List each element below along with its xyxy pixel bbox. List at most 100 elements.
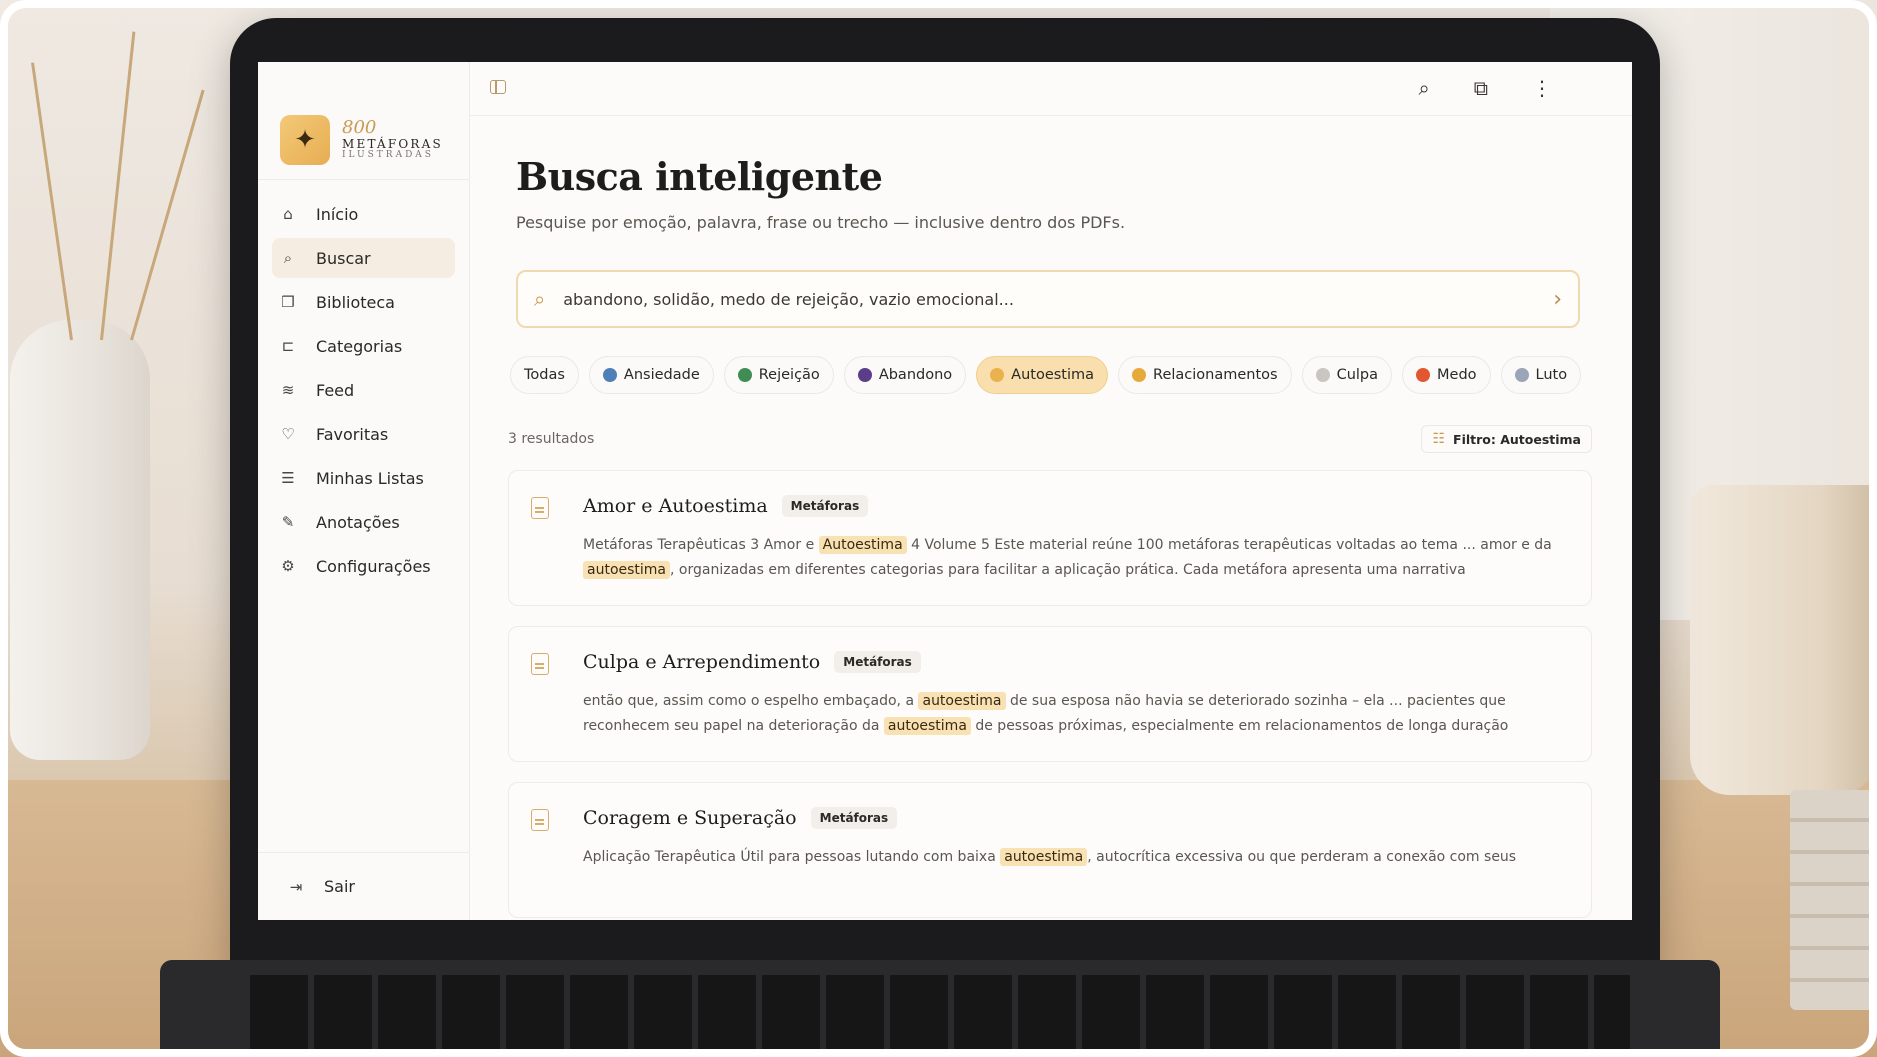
result-title[interactable]: Culpa e Arrependimento bbox=[583, 651, 820, 673]
background-plant bbox=[100, 31, 136, 341]
result-card[interactable]: Coragem e Superação Metáforas Aplicação Te… bbox=[508, 782, 1592, 918]
result-title[interactable]: Coragem e Superação bbox=[583, 807, 797, 829]
results-bar: 3 resultados ☷ Filtro: Autoestima bbox=[508, 425, 1592, 453]
background-vase bbox=[10, 320, 150, 760]
search-icon[interactable]: ⌕ bbox=[1419, 76, 1430, 100]
filter-badge[interactable]: ☷ Filtro: Autoestima bbox=[1421, 425, 1592, 453]
emoji-icon bbox=[857, 368, 872, 382]
sidebar-item-minhas-listas[interactable]: ☰ Minhas Listas bbox=[272, 458, 455, 498]
emoji-icon bbox=[602, 368, 617, 382]
emoji-icon bbox=[990, 368, 1005, 382]
sidebar-item-anotações[interactable]: ✎ Anotações bbox=[272, 502, 455, 542]
emoji-icon bbox=[1416, 368, 1431, 382]
search-input[interactable] bbox=[563, 289, 1554, 309]
search-icon: ⌕ bbox=[534, 287, 546, 311]
page-title: Busca inteligente bbox=[516, 154, 883, 199]
sidebar-toggle-icon[interactable] bbox=[490, 80, 506, 94]
emoji-icon bbox=[1514, 368, 1529, 382]
document-icon bbox=[531, 809, 549, 831]
filter-label: Filtro: Autoestima bbox=[1453, 431, 1581, 447]
chip-todas[interactable]: Todas bbox=[510, 356, 579, 394]
excerpt-text: então que, assim como o espelho embaçado… bbox=[583, 693, 919, 709]
topbar: ⌕ ⧉ ⋮ bbox=[470, 62, 1632, 116]
logout-button[interactable]: ⇥ Sair bbox=[258, 852, 469, 920]
sidebar-item-início[interactable]: ⌂ Início bbox=[272, 194, 455, 234]
excerpt-text: 4 Volume 5 Este material reúne 100 metáf… bbox=[906, 537, 1552, 553]
extension-icon[interactable]: ⧉ bbox=[1474, 76, 1488, 100]
sidebar-item-buscar[interactable]: ⌕ Buscar bbox=[272, 238, 455, 278]
sidebar-item-label: Categorias bbox=[316, 336, 403, 356]
excerpt-text: , autocrítica excessiva ou que perderam … bbox=[1087, 849, 1517, 865]
chip-label: Rejeição bbox=[758, 367, 820, 383]
categories-icon: ⊏ bbox=[281, 337, 295, 355]
chip-label: Medo bbox=[1437, 367, 1477, 383]
filter-icon: ☷ bbox=[1432, 431, 1446, 447]
result-card[interactable]: Amor e Autoestima Metáforas Metáforas Tera… bbox=[508, 470, 1592, 606]
result-title[interactable]: Amor e Autoestima bbox=[583, 495, 768, 517]
sidebar-item-feed[interactable]: ≋ Feed bbox=[272, 370, 455, 410]
highlighted-term: autoestima bbox=[883, 717, 971, 735]
highlighted-term: autoestima bbox=[918, 692, 1006, 710]
chip-autoestima[interactable]: Autoestima bbox=[976, 356, 1109, 394]
sidebar-item-label: Minhas Listas bbox=[316, 468, 424, 488]
category-chips: Todas Ansiedade Rejeição Abandono Autoestima… bbox=[510, 356, 1592, 394]
brand[interactable]: ✦ 800 METÁFORAS ILUSTRADAS bbox=[258, 62, 469, 180]
excerpt-text: , organizadas em diferentes categorias p… bbox=[670, 562, 1466, 578]
sidebar: ✦ 800 METÁFORAS ILUSTRADAS ⌂ Início ⌕ Busca… bbox=[258, 62, 470, 920]
sidebar-item-favoritas[interactable]: ♡ Favoritas bbox=[272, 414, 455, 454]
result-tag: Metáforas bbox=[781, 495, 869, 517]
sidebar-item-label: Feed bbox=[316, 380, 355, 400]
sidebar-item-label: Biblioteca bbox=[316, 292, 395, 312]
sidebar-item-label: Anotações bbox=[316, 512, 400, 532]
background-plant bbox=[31, 62, 73, 341]
result-excerpt: então que, assim como o espelho embaçado… bbox=[583, 689, 1573, 739]
sidebar-item-label: Favoritas bbox=[316, 424, 389, 444]
gear-icon: ⚙ bbox=[281, 557, 295, 575]
app-screen: ✦ 800 METÁFORAS ILUSTRADAS ⌂ Início ⌕ Busca… bbox=[258, 62, 1632, 920]
more-vertical-icon[interactable]: ⋮ bbox=[1532, 76, 1552, 100]
sidebar-item-biblioteca[interactable]: ❒ Biblioteca bbox=[272, 282, 455, 322]
excerpt-text: de pessoas próximas, especialmente em re… bbox=[970, 718, 1509, 734]
emoji-icon bbox=[1315, 368, 1330, 382]
result-card[interactable]: Culpa e Arrependimento Metáforas então que… bbox=[508, 626, 1592, 762]
chip-ansiedade[interactable]: Ansiedade bbox=[588, 356, 714, 394]
list-icon: ☰ bbox=[281, 469, 295, 487]
chip-rejeição[interactable]: Rejeição bbox=[723, 356, 834, 394]
result-tag: Metáforas bbox=[810, 807, 898, 829]
results-count: 3 resultados bbox=[508, 431, 595, 447]
emoji-icon bbox=[1132, 368, 1147, 382]
highlighted-term: autoestima bbox=[583, 561, 671, 579]
home-icon: ⌂ bbox=[283, 205, 293, 223]
search-bar: ⌕ › bbox=[516, 270, 1580, 328]
highlighted-term: Autoestima bbox=[818, 536, 907, 554]
main-panel: ⌕ ⧉ ⋮ Busca inteligente Pesquise por emo… bbox=[470, 62, 1632, 920]
page-subtitle: Pesquise por emoção, palavra, frase ou t… bbox=[516, 213, 1126, 232]
sidebar-nav: ⌂ Início ⌕ Buscar ❒ Biblioteca ⊏ Categorias ≋ Fee… bbox=[258, 180, 469, 586]
logout-icon: ⇥ bbox=[289, 877, 303, 896]
result-tag: Metáforas bbox=[834, 651, 921, 673]
search-icon: ⌕ bbox=[283, 249, 293, 267]
sidebar-item-configurações[interactable]: ⚙ Configurações bbox=[272, 546, 455, 586]
chip-label: Relacionamentos bbox=[1153, 367, 1278, 383]
background-mug bbox=[1690, 485, 1877, 795]
chip-abandono[interactable]: Abandono bbox=[843, 356, 967, 394]
chip-medo[interactable]: Medo bbox=[1402, 356, 1491, 394]
chip-luto[interactable]: Luto bbox=[1500, 356, 1582, 394]
chip-culpa[interactable]: Culpa bbox=[1301, 356, 1393, 394]
chip-label: Culpa bbox=[1336, 367, 1379, 383]
chip-label: Luto bbox=[1535, 367, 1568, 383]
chip-relacionamentos[interactable]: Relacionamentos bbox=[1118, 356, 1292, 394]
results-list: Amor e Autoestima Metáforas Metáforas Tera… bbox=[508, 470, 1592, 918]
chevron-right-icon[interactable]: › bbox=[1553, 287, 1562, 312]
background-books bbox=[1790, 790, 1877, 1010]
chip-label: Todas bbox=[524, 367, 565, 383]
sidebar-item-categorias[interactable]: ⊏ Categorias bbox=[272, 326, 455, 366]
result-excerpt: Metáforas Terapêuticas 3 Amor e Autoesti… bbox=[583, 533, 1573, 583]
book-icon: ❒ bbox=[281, 293, 295, 311]
excerpt-text: Metáforas Terapêuticas 3 Amor e bbox=[583, 537, 819, 553]
sidebar-item-label: Configurações bbox=[316, 556, 431, 576]
background-plant bbox=[130, 89, 205, 341]
document-icon bbox=[531, 653, 549, 675]
document-icon bbox=[531, 497, 549, 519]
brand-subtitle: ILUSTRADAS bbox=[342, 150, 434, 161]
